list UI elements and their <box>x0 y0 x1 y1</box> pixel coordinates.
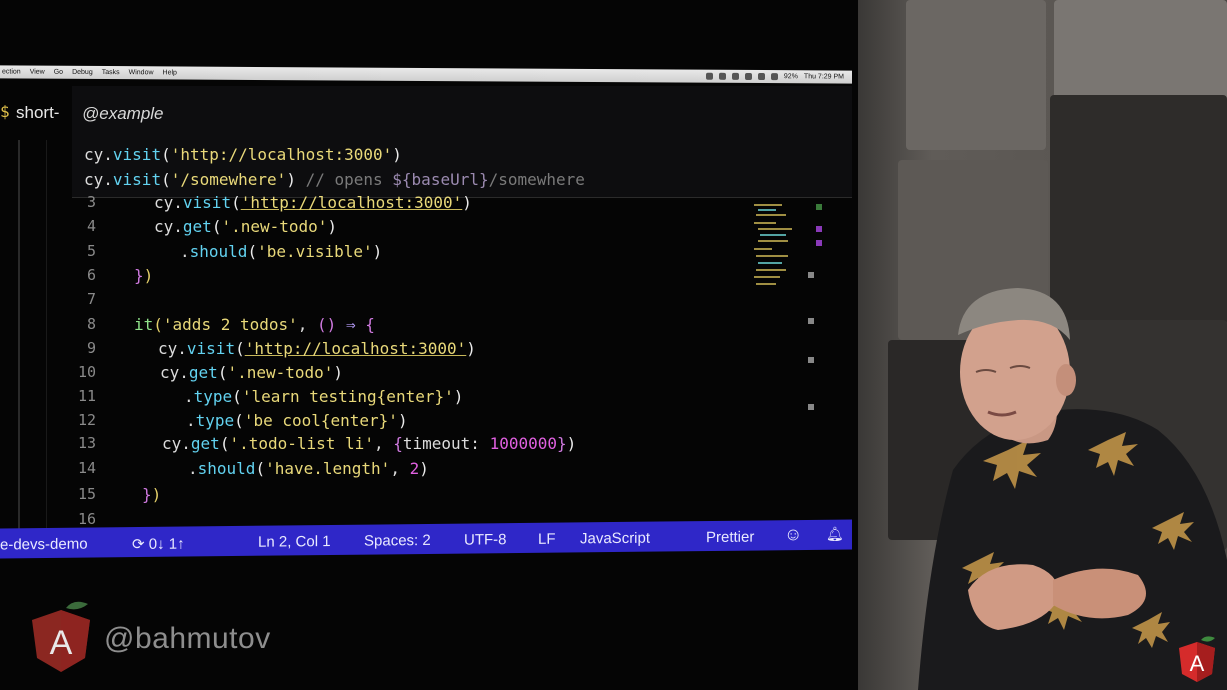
scroll-marker <box>808 318 814 324</box>
status-project-name[interactable]: e-devs-demo <box>0 536 88 554</box>
scroll-marker <box>808 357 814 363</box>
code-line[interactable]: 14 .should('have.length', 2) <box>0 459 760 483</box>
scroll-marker <box>816 240 822 246</box>
code-line[interactable]: 12 .type('be cool{enter}') <box>0 411 760 435</box>
corner-angular-logo: A <box>1179 636 1215 682</box>
wifi-icon[interactable] <box>757 73 765 81</box>
smiley-feedback-icon[interactable]: ☺ <box>784 524 802 545</box>
tray-app-icon[interactable] <box>744 72 752 80</box>
tooltip-example-line: cy.visit('http://localhost:3000') <box>84 145 402 164</box>
code-text: cy.visit('http://localhost:3000') <box>154 193 472 212</box>
code-text: cy.get('.new-todo') <box>160 363 344 382</box>
presenter-figure <box>918 288 1227 690</box>
code-text: .type('be cool{enter}') <box>186 411 408 430</box>
code-line[interactable]: 8 it('adds 2 todos', () ⇒ { <box>0 315 760 339</box>
scroll-marker <box>816 226 822 232</box>
line-number: 10 <box>77 363 96 381</box>
editor-minimap[interactable] <box>750 200 798 292</box>
line-number: 7 <box>86 290 96 308</box>
watermark-handle: @bahmutov <box>104 622 271 655</box>
tray-app-icon[interactable] <box>718 72 726 80</box>
angular-apple-logo: A <box>32 601 90 672</box>
code-text: cy.get('.new-todo') <box>154 217 338 236</box>
volume-icon[interactable] <box>770 73 778 81</box>
line-number: 4 <box>86 217 96 235</box>
code-text: it('adds 2 todos', () ⇒ { <box>134 315 375 334</box>
line-number: 13 <box>77 434 96 452</box>
studio-background <box>858 0 1227 690</box>
line-number: 3 <box>86 193 96 211</box>
code-line[interactable]: 11 .type('learn testing{enter}') <box>0 387 760 411</box>
battery-label: 92% <box>783 73 798 81</box>
code-line[interactable]: 10 cy.get('.new-todo') <box>0 363 760 387</box>
line-number: 16 <box>77 510 96 528</box>
status-indentation[interactable]: Spaces: 2 <box>364 532 431 550</box>
bell-notifications-icon[interactable]: 🔔︎ <box>826 526 844 543</box>
line-number: 5 <box>86 242 96 260</box>
status-eol[interactable]: LF <box>538 531 556 548</box>
code-line[interactable]: 15 }) <box>0 485 760 509</box>
code-text: .should('have.length', 2) <box>188 459 429 478</box>
status-encoding[interactable]: UTF-8 <box>464 531 507 548</box>
menu-tray: 92% Thu 7:29 PM <box>705 72 844 81</box>
line-number: 8 <box>86 315 96 333</box>
code-line[interactable]: 6 }) <box>0 266 760 290</box>
scroll-marker <box>808 404 814 410</box>
menu-item-debug[interactable]: Debug <box>72 69 93 76</box>
scroll-marker <box>816 204 822 210</box>
tooltip-example-line: cy.visit('/somewhere') // opens ${baseUr… <box>84 170 585 189</box>
menu-item-go[interactable]: Go <box>54 69 63 76</box>
code-text: cy.visit('http://localhost:3000') <box>158 339 476 358</box>
tray-app-icon[interactable] <box>731 72 739 80</box>
status-cursor-position[interactable]: Ln 2, Col 1 <box>258 533 331 551</box>
line-number: 14 <box>77 459 96 477</box>
editor-tab-label[interactable]: short- <box>16 103 59 123</box>
code-text: .type('learn testing{enter}') <box>184 387 464 406</box>
code-text: }) <box>142 485 162 504</box>
svg-text:A: A <box>1190 651 1205 676</box>
tray-app-icon[interactable] <box>705 72 713 80</box>
code-text: .should('be.visible') <box>180 242 383 261</box>
menu-item-window[interactable]: Window <box>129 69 154 76</box>
code-line[interactable]: 5 .should('be.visible') <box>0 242 760 266</box>
line-number: 12 <box>77 411 96 429</box>
code-line[interactable]: 13 cy.get('.todo-list li', {timeout: 100… <box>0 434 760 458</box>
clock-label: Thu 7:29 PM <box>803 73 844 81</box>
status-sync[interactable]: ⟳ 0↓ 1↑ <box>132 535 185 554</box>
menu-item-selection[interactable]: ection <box>2 68 21 75</box>
line-number: 15 <box>77 485 96 503</box>
code-line[interactable]: 7 <box>0 290 760 314</box>
line-number: 11 <box>77 387 96 405</box>
menu-item-help[interactable]: Help <box>163 69 177 76</box>
status-language[interactable]: JavaScript <box>580 530 650 548</box>
code-line[interactable]: 3 cy.visit('http://localhost:3000') <box>0 193 760 217</box>
hover-tooltip: @example cy.visit('http://localhost:3000… <box>72 86 852 198</box>
line-number: 6 <box>86 266 96 284</box>
terminal-prompt-icon: $ <box>0 102 10 121</box>
code-text: }) <box>134 266 154 285</box>
tooltip-tag: @example <box>82 104 164 123</box>
code-text: cy.get('.todo-list li', {timeout: 100000… <box>162 434 577 453</box>
scroll-marker <box>808 272 814 278</box>
menu-item-tasks[interactable]: Tasks <box>102 69 120 76</box>
line-number: 9 <box>86 339 96 357</box>
monitor-screen: ection View Go Debug Tasks Window Help 9… <box>0 0 858 690</box>
sync-icon: ⟳ <box>132 535 145 554</box>
os-menu-bar: ection View Go Debug Tasks Window Help 9… <box>0 65 852 84</box>
status-formatter[interactable]: Prettier <box>706 529 754 547</box>
code-line[interactable]: 9 cy.visit('http://localhost:3000') <box>0 339 760 363</box>
menu-item-view[interactable]: View <box>30 69 45 76</box>
svg-text:A: A <box>50 624 73 662</box>
code-line[interactable]: 4 cy.get('.new-todo') <box>0 217 760 241</box>
